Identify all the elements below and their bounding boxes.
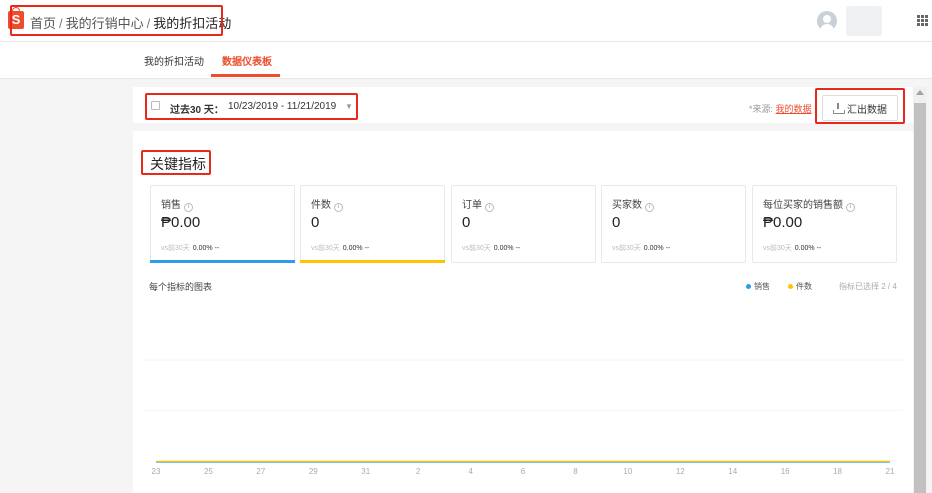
metric-card-title: 每位买家的销售额 i [763,196,855,212]
metric-card[interactable]: 销售 i ₱0.00 vs前30天 0.00% -- [150,185,295,263]
x-tick-label: 4 [468,467,473,476]
x-tick-label: 23 [152,467,161,476]
metric-card-compare: vs前30天 0.00% -- [161,245,220,252]
metric-card[interactable]: 每位买家的销售额 i ₱0.00 vs前30天 0.00% -- [752,185,897,263]
info-icon[interactable]: i [846,203,855,212]
x-tick-label: 6 [521,467,526,476]
info-icon[interactable]: i [485,203,494,212]
legend-dot-icon [788,284,793,289]
metric-card[interactable]: 件数 i 0 vs前30天 0.00% -- [300,185,445,263]
username[interactable] [846,6,882,36]
metric-card-value: ₱0.00 [161,214,201,231]
highlight-box-key-metrics [141,150,211,175]
metric-card-value: 0 [311,214,320,231]
metric-card-compare: vs前30天 0.00% -- [763,245,822,252]
source-link[interactable]: 我的数据 [776,104,812,114]
active-tab-indicator [211,74,280,77]
info-icon[interactable]: i [184,203,193,212]
metric-card-title: 订单 i [462,196,494,212]
legend-dot-icon [746,284,751,289]
x-tick-label: 16 [781,467,790,476]
scrollbar-thumb[interactable] [914,103,926,493]
metric-card-value: 0 [612,214,621,231]
x-tick-label: 29 [309,467,318,476]
source-prefix: *来源: [749,104,774,114]
x-tick-label: 31 [361,467,370,476]
tab-data-dashboard[interactable]: 数据仪表板 [222,53,272,68]
metrics-line-chart: 23 25 27 29 31 2 4 6 8 10 12 14 16 18 21 [143,359,903,476]
x-tick-label: 8 [573,467,578,476]
metric-card-title: 件数 i [311,196,343,212]
metric-card-value: ₱0.00 [763,214,803,231]
x-tick-label: 14 [728,467,737,476]
tab-my-discounts[interactable]: 我的折扣活动 [144,53,204,68]
highlight-box-breadcrumb [10,5,223,36]
metric-card-title: 买家数 i [612,196,654,212]
info-icon[interactable]: i [645,203,654,212]
metric-card-selected-bar [150,260,295,263]
data-source: *来源: 我的数据 [749,102,812,115]
x-tick-label: 18 [833,467,842,476]
metric-card[interactable]: 订单 i 0 vs前30天 0.00% -- [451,185,596,263]
metric-card-compare: vs前30天 0.00% -- [311,245,370,252]
highlight-box-date-range [145,93,358,120]
metric-card-selected-bar [300,260,445,263]
metric-card-value: 0 [462,214,471,231]
metric-card[interactable]: 买家数 i 0 vs前30天 0.00% -- [601,185,746,263]
user-avatar-icon[interactable] [817,11,837,31]
apps-grid-icon[interactable] [917,15,928,26]
metric-card-compare: vs前30天 0.00% -- [462,245,521,252]
x-tick-label: 12 [676,467,685,476]
highlight-box-export [815,88,905,124]
x-tick-label: 10 [623,467,632,476]
tab-bar: 我的折扣活动 数据仪表板 [0,42,932,79]
info-icon[interactable]: i [334,203,343,212]
x-tick-label: 25 [204,467,213,476]
scroll-up-arrow-icon[interactable] [916,90,924,95]
x-tick-label: 21 [886,467,895,476]
x-tick-label: 27 [256,467,265,476]
x-tick-label: 2 [416,467,421,476]
metric-card-title: 销售 i [161,196,193,212]
metric-card-compare: vs前30天 0.00% -- [612,245,671,252]
